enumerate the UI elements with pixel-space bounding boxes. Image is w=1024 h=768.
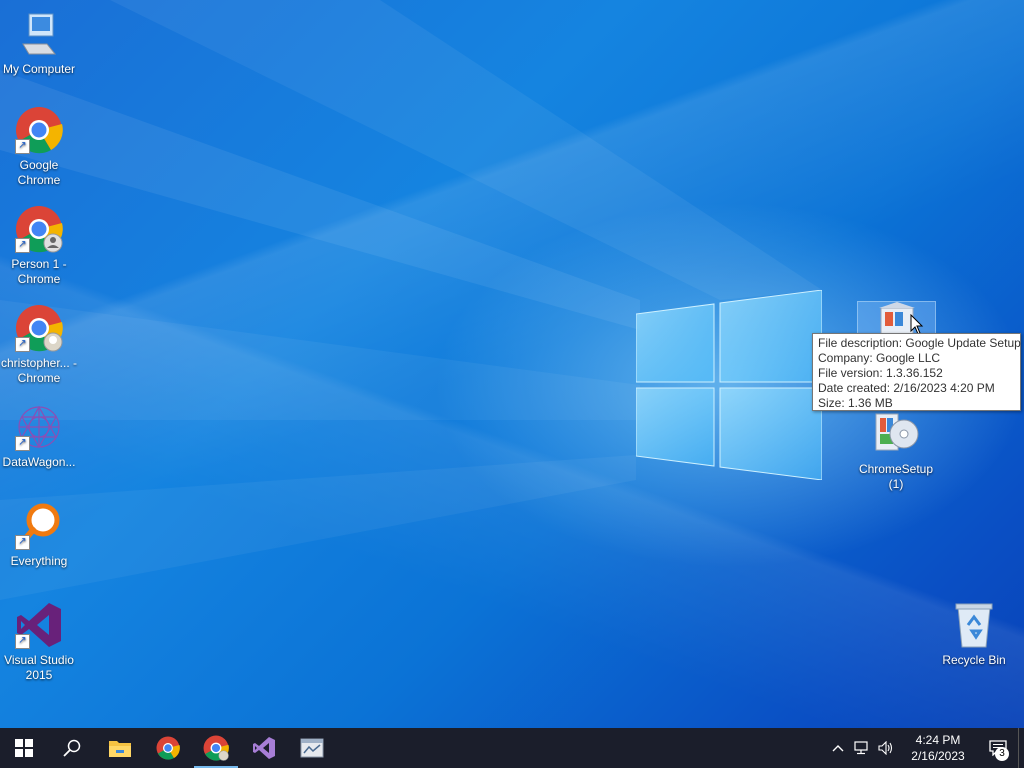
shortcut-arrow-icon: ↗ bbox=[15, 436, 30, 451]
search-icon bbox=[63, 739, 81, 757]
visual-studio-icon: ↗ bbox=[15, 601, 63, 649]
chrome-profile-taskbar-button[interactable] bbox=[192, 728, 240, 768]
action-center-button[interactable]: 3 bbox=[978, 728, 1018, 768]
installer-icon bbox=[872, 410, 920, 458]
shortcut-arrow-icon: ↗ bbox=[15, 337, 30, 352]
tooltip-company: Company: Google LLC bbox=[818, 351, 941, 365]
desktop-icon-christopher-chrome[interactable]: ↗ christopher... - Chrome bbox=[0, 304, 78, 386]
clock-time: 4:24 PM bbox=[915, 733, 961, 747]
show-hidden-icons-button[interactable] bbox=[826, 728, 850, 768]
icon-label: DataWagon... bbox=[2, 455, 76, 469]
file-info-tooltip: File description: Google Update Setup Co… bbox=[812, 333, 1021, 411]
chrome-icon bbox=[156, 736, 180, 760]
file-explorer-icon bbox=[109, 741, 131, 757]
shortcut-arrow-icon: ↗ bbox=[15, 139, 30, 154]
clock[interactable]: 4:24 PM 2/16/2023 bbox=[898, 732, 978, 764]
volume-button[interactable] bbox=[874, 728, 898, 768]
desktop-icon-google-chrome[interactable]: ↗ Google Chrome bbox=[0, 106, 78, 188]
clock-date: 2/16/2023 bbox=[911, 749, 965, 763]
desktop-icon-my-computer[interactable]: My Computer bbox=[0, 10, 78, 77]
icon-label: Visual Studio 2015 bbox=[4, 653, 74, 682]
desktop-icon-datawagon[interactable]: ↗ DataWagon... bbox=[0, 403, 78, 470]
icon-label: Recycle Bin bbox=[942, 653, 1006, 667]
app-window-icon bbox=[300, 738, 324, 758]
chrome-taskbar-button[interactable] bbox=[144, 728, 192, 768]
desktop-icon-visual-studio[interactable]: ↗ Visual Studio 2015 bbox=[0, 601, 78, 683]
system-tray: 4:24 PM 2/16/2023 3 bbox=[826, 728, 1024, 768]
datawagon-icon: ↗ bbox=[15, 403, 63, 451]
tooltip-size: Size: 1.36 MB bbox=[818, 396, 893, 410]
network-icon bbox=[854, 741, 868, 755]
desktop-icon-everything[interactable]: ↗ Everything bbox=[0, 502, 78, 569]
icon-label: christopher... - Chrome bbox=[0, 356, 78, 385]
tooltip-version: File version: 1.3.36.152 bbox=[818, 366, 943, 380]
start-button[interactable] bbox=[0, 728, 48, 768]
icon-label: Everything bbox=[10, 554, 68, 568]
shortcut-arrow-icon: ↗ bbox=[15, 634, 30, 649]
search-button[interactable] bbox=[48, 728, 96, 768]
speaker-icon bbox=[878, 741, 893, 755]
notification-count-badge: 3 bbox=[995, 747, 1009, 761]
desktop-icon-person1-chrome[interactable]: ↗ Person 1 - Chrome bbox=[0, 205, 78, 287]
visual-studio-icon bbox=[253, 737, 275, 759]
icon-label: My Computer bbox=[2, 62, 76, 76]
computer-icon bbox=[15, 10, 63, 58]
magnifier-icon: ↗ bbox=[15, 502, 63, 550]
shortcut-arrow-icon: ↗ bbox=[15, 238, 30, 253]
windows-logo-wallpaper bbox=[636, 290, 822, 480]
start-icon bbox=[15, 739, 33, 757]
chrome-icon: ↗ bbox=[15, 106, 63, 154]
icon-label: Google Chrome bbox=[17, 158, 61, 187]
icon-label: Person 1 - Chrome bbox=[11, 257, 67, 286]
icon-label: ChromeSetup (1) bbox=[858, 462, 934, 491]
recycle-bin-icon bbox=[950, 601, 998, 649]
shortcut-arrow-icon: ↗ bbox=[15, 535, 30, 550]
file-explorer-button[interactable] bbox=[96, 728, 144, 768]
tooltip-description: File description: Google Update Setup bbox=[818, 336, 1021, 350]
chrome-profile-icon bbox=[203, 735, 229, 761]
taskbar: 4:24 PM 2/16/2023 3 bbox=[0, 728, 1024, 768]
chrome-profile-icon: ↗ bbox=[15, 205, 63, 253]
chrome-profile-icon: ↗ bbox=[15, 304, 63, 352]
visual-studio-taskbar-button[interactable] bbox=[240, 728, 288, 768]
desktop-icon-recycle-bin[interactable]: Recycle Bin bbox=[935, 601, 1013, 668]
network-button[interactable] bbox=[850, 728, 874, 768]
app-taskbar-button[interactable] bbox=[288, 728, 336, 768]
show-desktop-button[interactable] bbox=[1018, 728, 1024, 768]
tooltip-created: Date created: 2/16/2023 4:20 PM bbox=[818, 381, 995, 395]
chevron-up-icon bbox=[832, 745, 844, 752]
desktop-icon-chromesetup[interactable]: ChromeSetup (1) bbox=[857, 410, 935, 492]
